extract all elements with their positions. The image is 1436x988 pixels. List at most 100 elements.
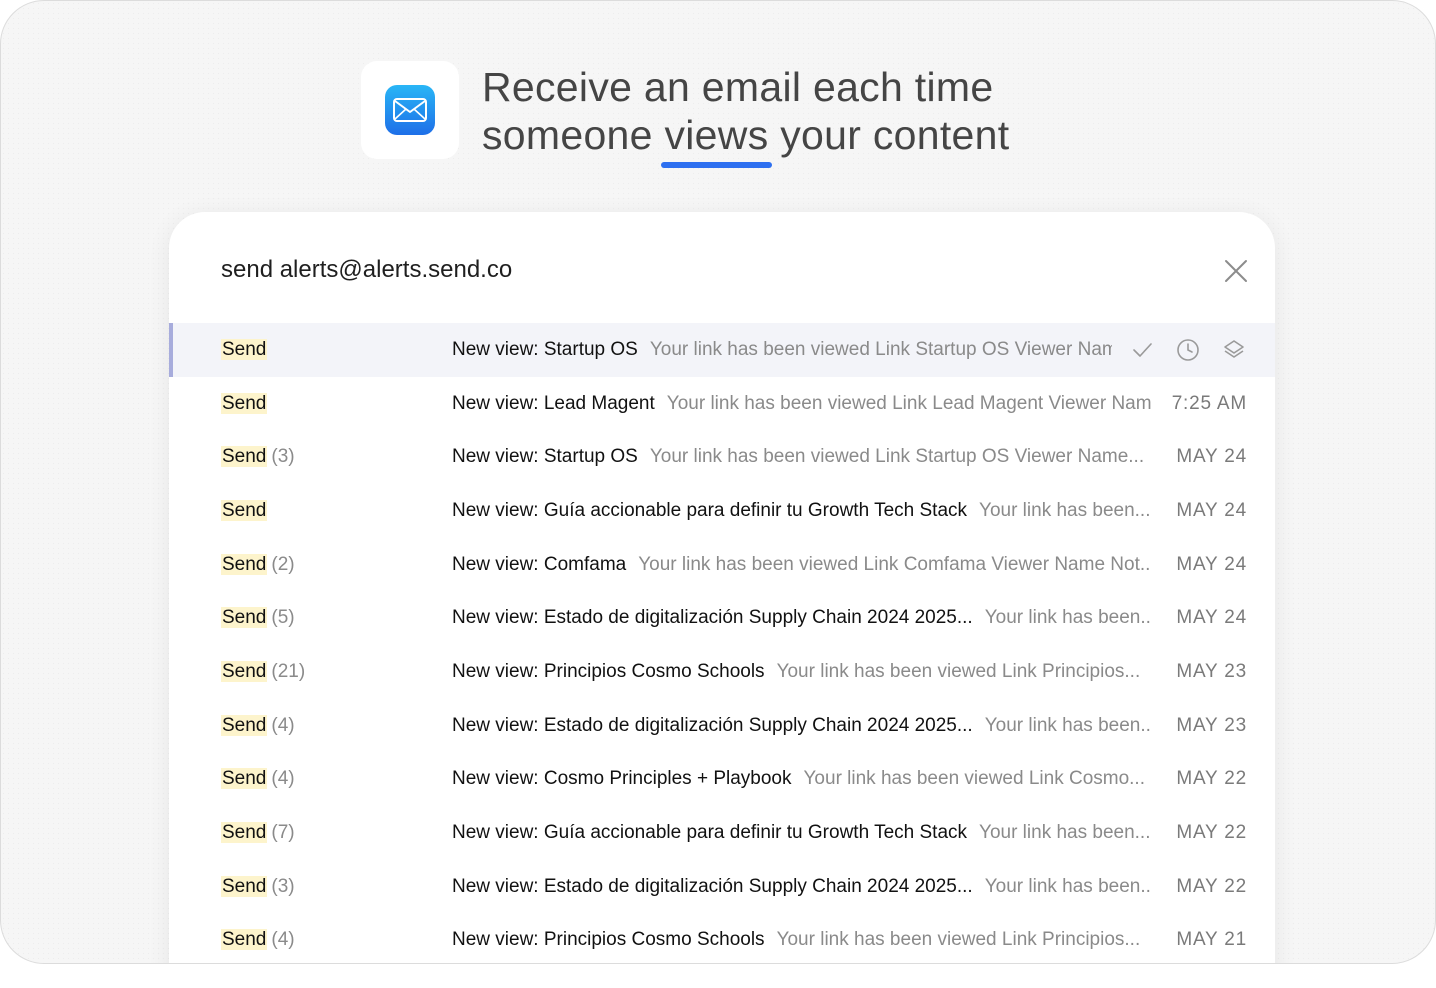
email-subject: New view: Principios Cosmo Schools [452, 929, 765, 951]
sender-name: Send [221, 392, 268, 414]
email-subject: New view: Startup OS [452, 446, 638, 468]
email-preview: Your link has been... [984, 607, 1152, 629]
email-row[interactable]: Send (4) New view: Principios Cosmo School… [169, 914, 1275, 963]
email-date: MAY 23 [1176, 660, 1247, 682]
email-row[interactable]: Send (3) New view: Startup OS Your link has… [169, 430, 1275, 484]
email-row[interactable]: Send (2) New view: Comfama Your link has be… [169, 538, 1275, 592]
close-icon[interactable] [1221, 256, 1251, 286]
email-content: New view: Estado de digitalización Suppl… [452, 715, 1152, 737]
thread-count: (4) [271, 929, 295, 951]
email-subject: New view: Principios Cosmo Schools [452, 660, 765, 682]
sender-name: Send [221, 768, 268, 790]
sender-name: Send [221, 660, 268, 682]
email-subject: New view: Guía accionable para definir t… [452, 499, 968, 521]
email-subject: New view: Guía accionable para definir t… [452, 822, 968, 844]
sender-name: Send [221, 446, 268, 468]
email-sender: Send (4) [221, 768, 295, 790]
thread-count: (3) [271, 446, 295, 468]
sender-name: Send [221, 875, 268, 897]
sender-name: Send [221, 822, 268, 844]
email-preview: Your link has been... [984, 714, 1152, 736]
email-content: New view: Startup OS Your link has been v… [452, 339, 1112, 361]
email-preview: Your link has been... [979, 822, 1151, 844]
thread-count: (4) [271, 768, 295, 790]
email-content: New view: Principios Cosmo Schools Your l… [452, 661, 1152, 683]
mail-icon [385, 85, 435, 135]
email-preview: Your link has been viewed Link Principio… [776, 929, 1141, 951]
email-row[interactable]: Send (21) New view: Principios Cosmo Schoo… [169, 645, 1275, 699]
headline-text-before: someone [482, 112, 653, 158]
email-content: New view: Guía accionable para definir t… [452, 500, 1152, 522]
email-date: MAY 24 [1176, 553, 1247, 575]
headline-highlight-word: views [661, 112, 772, 168]
email-date: MAY 24 [1176, 499, 1247, 521]
email-subject: New view: Comfama [452, 553, 627, 575]
layers-icon[interactable] [1221, 337, 1247, 363]
email-date: 7:25 AM [1171, 392, 1247, 414]
email-preview: Your link has been viewed Link Startup O… [649, 446, 1145, 468]
email-content: New view: Lead Magent Your link has been … [452, 393, 1152, 415]
check-icon[interactable] [1129, 337, 1155, 363]
sender-name: Send [221, 714, 268, 736]
email-sender: Send [221, 499, 271, 522]
email-date: MAY 21 [1176, 929, 1247, 951]
email-sender: Send [221, 338, 271, 361]
email-preview: Your link has been viewed Link Principio… [776, 660, 1141, 682]
email-content: New view: Startup OS Your link has been v… [452, 446, 1152, 468]
email-row[interactable]: Send (4) New view: Cosmo Principles + Play… [169, 753, 1275, 807]
email-sender: Send (3) [221, 446, 295, 468]
email-list: Send New view: Startup OS Your link has be… [169, 323, 1275, 963]
email-sender: Send (4) [221, 929, 295, 951]
sender-name: Send [221, 553, 268, 575]
email-row[interactable]: Send (7) New view: Guía accionable para de… [169, 806, 1275, 860]
email-content: New view: Principios Cosmo Schools Your l… [452, 929, 1152, 951]
email-preview: Your link has been... [984, 875, 1152, 897]
email-sender: Send (5) [221, 607, 295, 629]
headline: Receive an email each time someone views… [482, 63, 1010, 168]
thread-count: (21) [271, 660, 306, 682]
thread-count: (4) [271, 714, 295, 736]
email-preview: Your link has been viewed Link Lead Mage… [666, 392, 1152, 414]
email-sender: Send (2) [221, 553, 295, 576]
email-date: MAY 22 [1176, 822, 1247, 844]
sender-name: Send [221, 929, 268, 951]
email-content: New view: Comfama Your link has been view… [452, 554, 1152, 576]
row-actions [1129, 337, 1247, 363]
email-row[interactable]: Send (5) New view: Estado de digitalizació… [169, 591, 1275, 645]
email-preview: Your link has been viewed Link Startup O… [649, 338, 1112, 360]
email-date: MAY 22 [1176, 875, 1247, 897]
email-subject: New view: Estado de digitalización Suppl… [452, 607, 973, 629]
email-content: New view: Guía accionable para definir t… [452, 822, 1152, 844]
email-sender: Send [221, 392, 271, 415]
email-subject: New view: Lead Magent [452, 392, 655, 414]
email-row[interactable]: Send (4) New view: Estado de digitalizació… [169, 699, 1275, 753]
panel-title: send alerts@alerts.send.co [221, 256, 513, 283]
email-row[interactable]: Send New view: Startup OS Your link has be… [169, 323, 1275, 377]
email-content: New view: Cosmo Principles + Playbook You… [452, 768, 1152, 790]
email-subject: New view: Estado de digitalización Suppl… [452, 714, 973, 736]
app-icon-tile [361, 61, 459, 159]
sender-name: Send [221, 607, 268, 629]
email-date: MAY 24 [1176, 446, 1247, 468]
clock-icon[interactable] [1175, 337, 1201, 363]
email-row[interactable]: Send (3) New view: Estado de digitalizació… [169, 860, 1275, 914]
email-subject: New view: Startup OS [452, 338, 638, 360]
email-content: New view: Estado de digitalización Suppl… [452, 876, 1152, 898]
page-frame: Receive an email each time someone views… [0, 0, 1436, 964]
email-date: MAY 22 [1176, 768, 1247, 790]
email-sender: Send (7) [221, 822, 295, 844]
email-preview: Your link has been viewed Link Comfama V… [638, 553, 1152, 575]
email-preview: Your link has been... [979, 499, 1151, 521]
thread-count: (7) [271, 822, 295, 844]
sender-name: Send [221, 499, 268, 521]
thread-count: (5) [271, 607, 295, 629]
email-date: MAY 24 [1176, 607, 1247, 629]
email-row[interactable]: Send New view: Lead Magent Your link has b… [169, 377, 1275, 431]
email-date: MAY 23 [1176, 714, 1247, 736]
headline-text-after: your content [780, 112, 1010, 158]
email-sender: Send (21) [221, 660, 306, 683]
email-row[interactable]: Send New view: Guía accionable para defin… [169, 484, 1275, 538]
email-subject: New view: Estado de digitalización Suppl… [452, 875, 973, 897]
headline-line-2: someone views your content [482, 111, 1010, 168]
email-preview: Your link has been viewed Link Cosmo... [803, 768, 1146, 790]
